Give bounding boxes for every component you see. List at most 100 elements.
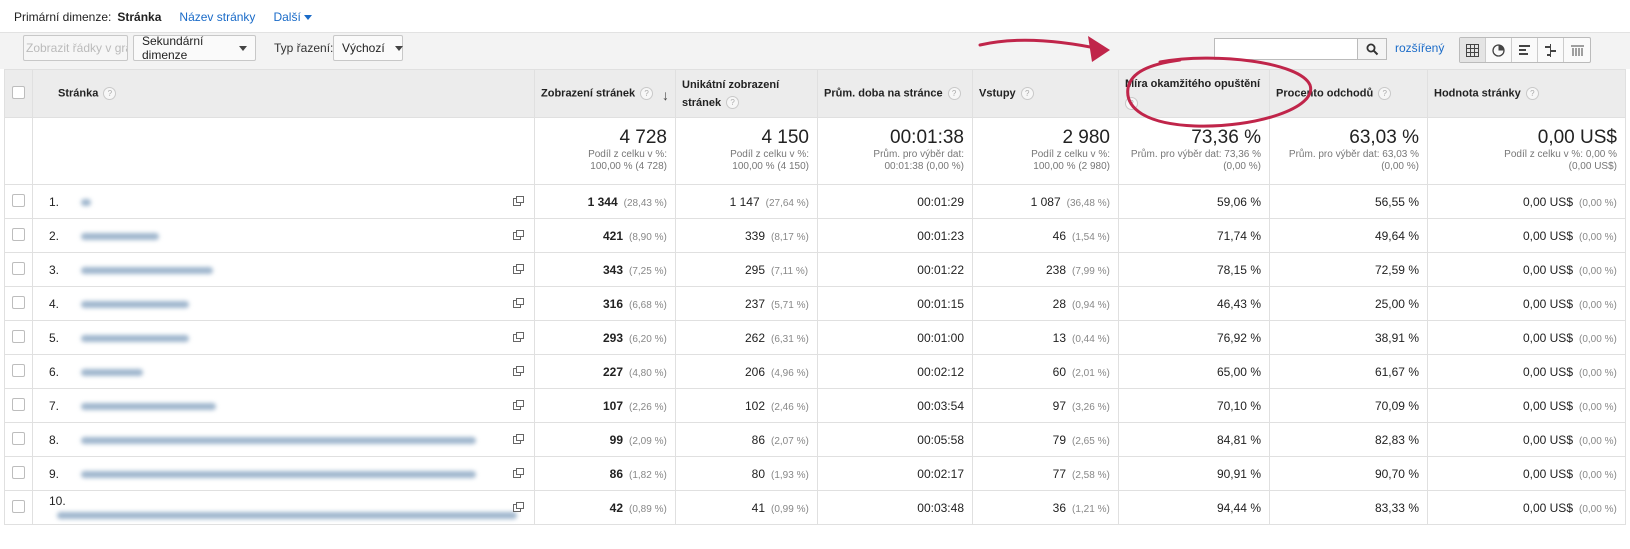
col-header-pageviews-label: Zobrazení stránek [541,87,636,100]
external-link-icon[interactable] [513,298,524,308]
redacted-page-url[interactable] [81,232,159,240]
row-checkbox[interactable] [12,193,25,207]
row-checkbox[interactable] [12,465,25,479]
pageviews-value: 421 [602,228,623,243]
avg-time-cell: 00:02:12 [817,354,973,389]
redacted-page-url[interactable] [81,334,189,342]
page-cell[interactable]: 8. [32,422,535,457]
help-icon[interactable]: ? [640,87,654,100]
sort-type-select[interactable]: Výchozí [333,35,403,61]
row-checkbox[interactable] [12,499,25,513]
external-link-icon[interactable] [513,332,524,342]
entrances-cell: 77 (2,58 %) [972,456,1119,491]
table-row[interactable]: 10. 42 (0,89 %) 41 (0,99 %) 00:03:48 36 (1,21 %… [4,490,1626,525]
table-row[interactable]: 8. 99 (2,09 %) 86 (2,07 %) 00:05:58 79 (2,65 %)… [4,422,1626,457]
help-icon[interactable]: ? [103,87,117,100]
table-row[interactable]: 7. 107 (2,26 %) 102 (2,46 %) 00:03:54 97 (3,26 … [4,388,1626,423]
advanced-filter-link[interactable]: rozšířený [1395,41,1444,55]
row-checkbox[interactable] [12,329,25,343]
row-checkbox-cell [4,422,33,457]
table-row[interactable]: 5. 293 (6,20 %) 262 (6,31 %) 00:01:00 13 (0,44 … [4,320,1626,355]
col-header-pageviews[interactable]: Zobrazení stránek? ↓ [534,69,676,118]
view-pivot-button[interactable] [1564,38,1590,62]
row-index: 3. [49,262,60,277]
dimension-option-page-title[interactable]: Název stránky [179,10,255,24]
view-comparison-button[interactable] [1538,38,1564,62]
pageviews-percent: (4,80 %) [629,367,667,379]
redacted-page-url[interactable] [81,300,189,308]
dimension-option-more[interactable]: Další [273,10,312,24]
external-link-icon[interactable] [513,230,524,240]
table-row[interactable]: 4. 316 (6,68 %) 237 (5,71 %) 00:01:15 28 (0,94 … [4,286,1626,321]
sort-desc-icon: ↓ [662,87,669,103]
page-cell[interactable]: 3. [32,252,535,287]
col-header-avg-time[interactable]: Prům. doba na stránce? [817,69,973,118]
entrances-percent: (0,44 %) [1072,333,1110,345]
pageviews-value: 1 344 [587,194,618,209]
table-row[interactable]: 2. 421 (8,90 %) 339 (8,17 %) 00:01:23 46 (1,54 … [4,218,1626,253]
page-cell[interactable]: 2. [32,218,535,253]
view-table-button[interactable] [1460,38,1486,62]
page-cell[interactable]: 7. [32,388,535,423]
external-link-icon[interactable] [513,502,524,512]
pageviews-value: 293 [602,330,623,345]
page-value-value: 0,00 US$ [1522,228,1573,243]
external-link-icon[interactable] [513,434,524,444]
secondary-dimension-select[interactable]: Sekundární dimenze [133,34,256,62]
page-value-cell: 0,00 US$ (0,00 %) [1427,354,1626,389]
external-link-icon[interactable] [513,366,524,376]
redacted-page-url[interactable] [81,402,216,410]
col-header-exit-rate[interactable]: Procento odchodů? [1269,69,1428,118]
external-link-icon[interactable] [513,264,524,274]
table-row[interactable]: 9. 86 (1,82 %) 80 (1,93 %) 00:02:17 77 (2,58 %)… [4,456,1626,491]
external-link-icon[interactable] [513,400,524,410]
redacted-page-url[interactable] [81,470,476,478]
col-header-unique-pageviews[interactable]: Unikátní zobrazení stránek? [675,69,818,118]
row-checkbox[interactable] [12,295,25,309]
exit-rate-cell: 61,67 % [1269,354,1428,389]
table-search-input[interactable] [1214,38,1358,60]
pageviews-percent: (6,20 %) [629,333,667,345]
col-header-bounce-rate[interactable]: Míra okamžitého opuštění? [1118,69,1270,118]
page-cell[interactable]: 10. [32,490,535,525]
table-row[interactable]: 1. 1 344 (28,43 %) 1 147 (27,64 %) 00:01:29 1 … [4,184,1626,219]
col-header-page[interactable]: Stránka? [32,69,535,118]
page-cell[interactable]: 5. [32,320,535,355]
external-link-icon[interactable] [513,468,524,478]
secondary-dimension-label: Sekundární dimenze [142,34,204,62]
redacted-page-url[interactable] [57,511,517,519]
chevron-down-icon [239,45,247,51]
page-value-value: 0,00 US$ [1522,364,1573,379]
external-link-icon[interactable] [513,196,524,206]
col-header-entrances[interactable]: Vstupy? [972,69,1119,118]
page-value-cell: 0,00 US$ (0,00 %) [1427,490,1626,525]
redacted-page-url[interactable] [81,198,91,206]
page-cell[interactable]: 6. [32,354,535,389]
plot-rows-button[interactable]: Zobrazit řádky v grafu [23,35,128,61]
view-performance-button[interactable] [1512,38,1538,62]
help-icon[interactable]: ? [1125,97,1138,111]
row-checkbox[interactable] [12,397,25,411]
page-cell[interactable]: 1. [32,184,535,219]
page-cell[interactable]: 9. [32,456,535,491]
select-all-checkbox[interactable] [12,85,25,99]
dimension-option-page[interactable]: Stránka [117,10,161,24]
row-checkbox[interactable] [12,431,25,445]
help-icon[interactable]: ? [726,96,740,110]
table-row[interactable]: 3. 343 (7,25 %) 295 (7,11 %) 00:01:22 238 (7,99… [4,252,1626,287]
table-row[interactable]: 6. 227 (4,80 %) 206 (4,96 %) 00:02:12 60 (2,01 … [4,354,1626,389]
help-icon[interactable]: ? [1020,87,1034,100]
view-pie-button[interactable] [1486,38,1512,62]
row-checkbox[interactable] [12,227,25,241]
help-icon[interactable]: ? [1525,87,1539,100]
row-checkbox[interactable] [12,261,25,275]
search-button[interactable] [1357,38,1387,60]
help-icon[interactable]: ? [1378,87,1392,100]
redacted-page-url[interactable] [81,266,213,274]
redacted-page-url[interactable] [81,368,143,376]
help-icon[interactable]: ? [947,87,961,100]
redacted-page-url[interactable] [81,436,476,444]
page-cell[interactable]: 4. [32,286,535,321]
col-header-page-value[interactable]: Hodnota stránky? [1427,69,1626,118]
row-checkbox[interactable] [12,363,25,377]
